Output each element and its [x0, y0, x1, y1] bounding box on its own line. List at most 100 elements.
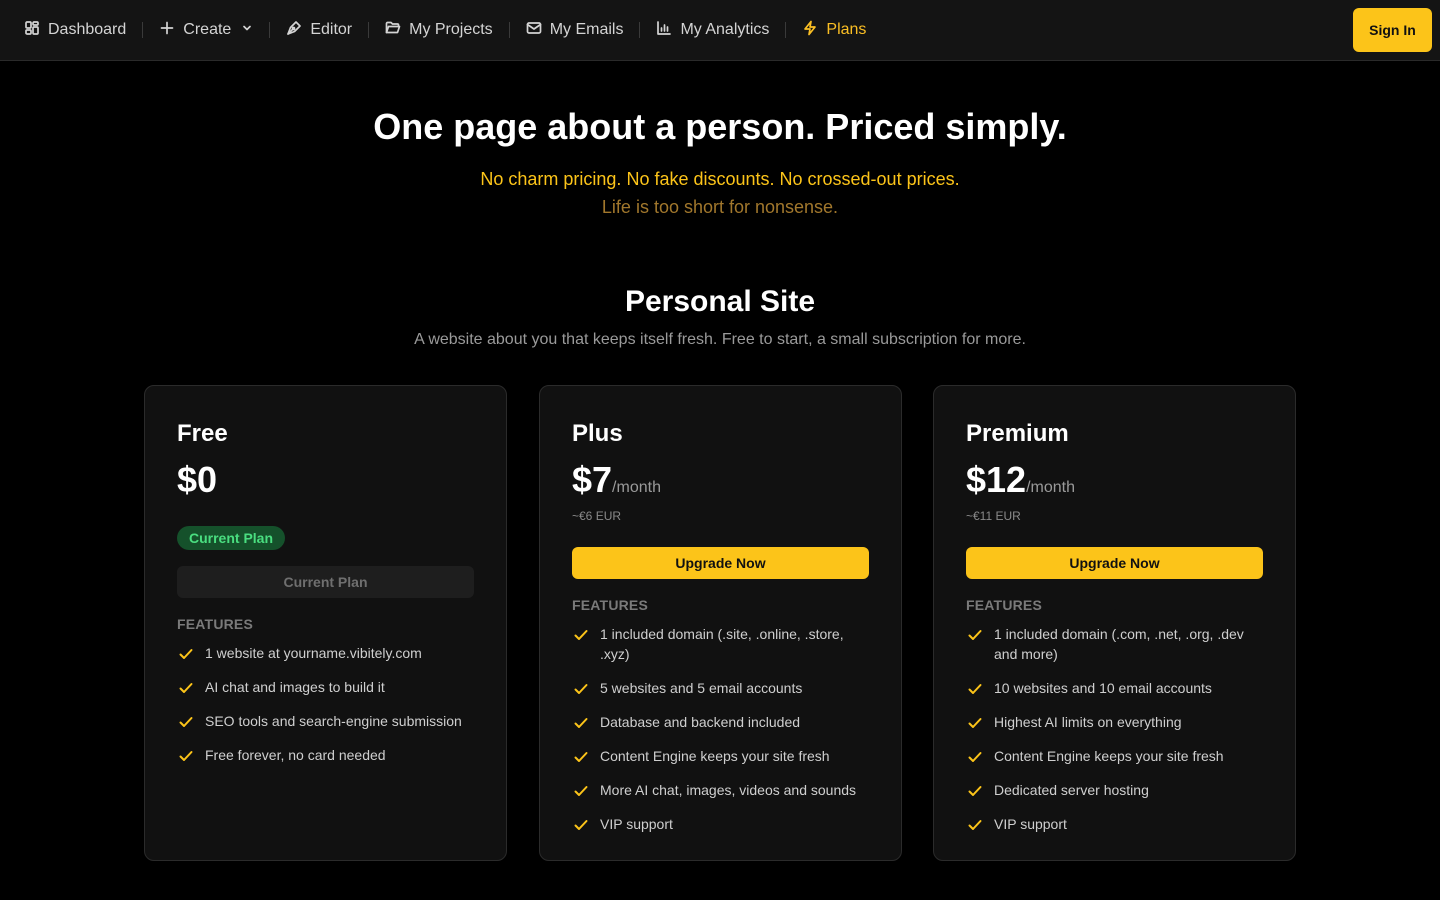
- nav-item-label: Editor: [310, 21, 353, 38]
- feature-item: Free forever, no card needed: [177, 738, 474, 772]
- page-title: One page about a person. Priced simply.: [373, 106, 1067, 147]
- nav-item-label: My Analytics: [680, 21, 770, 38]
- feature-item: Content Engine keeps your site fresh: [572, 739, 869, 773]
- check-icon: [966, 680, 984, 698]
- nav-item-label: Create: [183, 21, 232, 38]
- check-icon: [177, 679, 195, 697]
- nav-items: Dashboard Create Editor My Projects My E…: [0, 0, 866, 60]
- feature-text: Free forever, no card needed: [205, 747, 386, 763]
- plan-name: Plus: [572, 420, 623, 447]
- plan-name: Free: [177, 420, 228, 447]
- feature-item: Content Engine keeps your site fresh: [966, 739, 1263, 773]
- price-row: $12 /month: [966, 459, 1263, 501]
- feature-item: SEO tools and search-engine submission: [177, 704, 474, 738]
- feature-item: VIP support: [572, 807, 869, 841]
- check-icon: [177, 645, 195, 663]
- check-icon: [572, 714, 590, 732]
- nav-item-my-emails[interactable]: My Emails: [526, 0, 624, 60]
- feature-text: VIP support: [994, 816, 1067, 832]
- nav-item-my-analytics[interactable]: My Analytics: [656, 0, 769, 60]
- feature-text: SEO tools and search-engine submission: [205, 713, 462, 729]
- hero-tagline: Life is too short for nonsense.: [601, 197, 839, 217]
- chevron-down-icon: [239, 21, 253, 39]
- feature-item: 10 websites and 10 email accounts: [966, 671, 1263, 705]
- feature-text: 1 included domain (.site, .online, .stor…: [600, 626, 844, 662]
- feature-text: Content Engine keeps your site fresh: [994, 748, 1224, 764]
- feature-item: Dedicated server hosting: [966, 773, 1263, 807]
- nav-item-label: My Projects: [409, 21, 493, 38]
- plus-icon: [159, 20, 175, 41]
- feature-item: 1 website at yourname.vibitely.com: [177, 636, 474, 670]
- feature-item: 1 included domain (.site, .online, .stor…: [572, 617, 869, 671]
- price-row: $7 /month: [572, 459, 869, 501]
- pen-icon: [286, 20, 302, 41]
- nav-item-plans[interactable]: Plans: [802, 0, 866, 60]
- plan-price: $0: [177, 459, 218, 500]
- features-label: FEATURES: [177, 616, 254, 632]
- feature-text: Highest AI limits on everything: [994, 714, 1182, 730]
- feature-text: AI chat and images to build it: [205, 679, 385, 695]
- feature-item: VIP support: [966, 807, 1263, 841]
- nav-divider: [508, 22, 510, 38]
- current-plan-button: Current Plan: [177, 566, 474, 598]
- price-row: $0: [177, 459, 474, 501]
- hero-subtitle: No charm pricing. No fake discounts. No …: [480, 169, 960, 189]
- nav-divider: [269, 22, 271, 38]
- check-icon: [966, 626, 984, 644]
- check-icon: [177, 747, 195, 765]
- plan-name: Premium: [966, 420, 1069, 447]
- lightning-icon: [802, 20, 818, 41]
- nav-item-label: Dashboard: [48, 21, 127, 38]
- plan-price: $7: [572, 459, 613, 500]
- nav-item-editor[interactable]: Editor: [286, 0, 352, 60]
- nav-divider: [142, 22, 144, 38]
- folder-icon: [385, 20, 401, 41]
- features-label: FEATURES: [966, 597, 1043, 613]
- feature-item: Database and backend included: [572, 705, 869, 739]
- check-icon: [966, 782, 984, 800]
- check-icon: [572, 680, 590, 698]
- feature-text: 1 included domain (.com, .net, .org, .de…: [994, 626, 1244, 662]
- upgrade-now-button[interactable]: Upgrade Now: [572, 547, 869, 579]
- price-period: /month: [1026, 479, 1075, 496]
- feature-text: Dedicated server hosting: [994, 782, 1149, 798]
- check-icon: [572, 782, 590, 800]
- plan-price: $12: [966, 459, 1027, 500]
- feature-text: More AI chat, images, videos and sounds: [600, 782, 857, 798]
- feature-list: 1 website at yourname.vibitely.com AI ch…: [177, 636, 474, 772]
- nav-item-label: My Emails: [549, 21, 624, 38]
- plan-card-free: Free $0 Current Plan Current Plan FEATUR…: [144, 385, 507, 861]
- feature-item: More AI chat, images, videos and sounds: [572, 773, 869, 807]
- nav-divider: [368, 22, 370, 38]
- nav-item-dashboard[interactable]: Dashboard: [24, 0, 126, 60]
- price-eur: ~€11 EUR: [966, 509, 1021, 523]
- nav-item-my-projects[interactable]: My Projects: [385, 0, 493, 60]
- feature-text: VIP support: [600, 816, 673, 832]
- top-navigation: Dashboard Create Editor My Projects My E…: [0, 0, 1440, 61]
- feature-item: Highest AI limits on everything: [966, 705, 1263, 739]
- price-eur: ~€6 EUR: [572, 509, 622, 523]
- plan-card-plus: Plus $7 /month ~€6 EUR Upgrade Now FEATU…: [539, 385, 902, 861]
- current-plan-badge: Current Plan: [177, 526, 286, 550]
- check-icon: [966, 714, 984, 732]
- section-subtitle: A website about you that keeps itself fr…: [414, 331, 1026, 348]
- section-title: Personal Site: [624, 285, 816, 318]
- feature-item: 1 included domain (.com, .net, .org, .de…: [966, 617, 1263, 671]
- mail-icon: [526, 20, 542, 41]
- dashboard-icon: [24, 20, 40, 41]
- check-icon: [572, 748, 590, 766]
- check-icon: [966, 748, 984, 766]
- feature-item: AI chat and images to build it: [177, 670, 474, 704]
- upgrade-now-button[interactable]: Upgrade Now: [966, 547, 1263, 579]
- feature-text: Content Engine keeps your site fresh: [600, 748, 830, 764]
- feature-text: 5 websites and 5 email accounts: [600, 680, 803, 696]
- sign-in-button[interactable]: Sign In: [1353, 8, 1432, 52]
- bar-chart-icon: [656, 20, 672, 41]
- check-icon: [572, 626, 590, 644]
- nav-item-create[interactable]: Create: [159, 0, 253, 60]
- price-period: /month: [612, 479, 661, 496]
- feature-list: 1 included domain (.site, .online, .stor…: [572, 617, 869, 841]
- nav-divider: [785, 22, 787, 38]
- check-icon: [966, 816, 984, 834]
- feature-text: Database and backend included: [600, 714, 801, 730]
